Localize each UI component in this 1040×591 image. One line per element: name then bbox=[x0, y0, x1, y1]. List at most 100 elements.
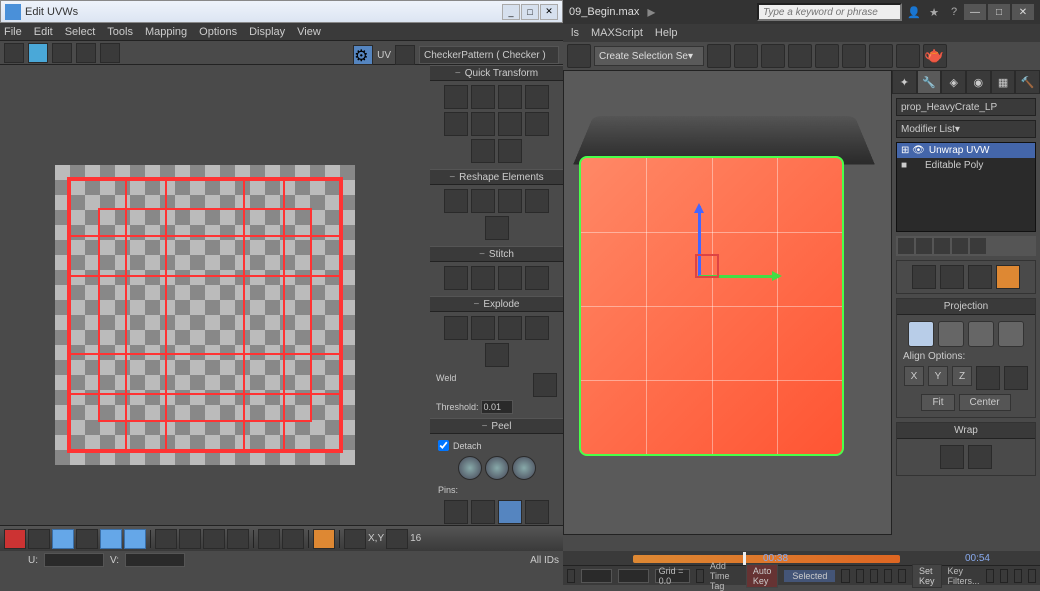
rotate-ccw-icon[interactable] bbox=[444, 112, 468, 136]
soft-sel-icon[interactable] bbox=[282, 529, 304, 549]
help-search-input[interactable] bbox=[757, 3, 902, 21]
infocenter-icon[interactable]: 👤 bbox=[906, 4, 922, 20]
maximize-vp-icon[interactable] bbox=[1028, 569, 1036, 583]
u-field[interactable] bbox=[44, 553, 104, 567]
y-field[interactable] bbox=[618, 569, 649, 583]
perspective-viewport[interactable] bbox=[563, 70, 892, 535]
threshold-input[interactable] bbox=[481, 400, 513, 414]
peel-mode-icon[interactable] bbox=[996, 265, 1020, 289]
maximize-button[interactable]: □ bbox=[521, 4, 539, 20]
projection-header[interactable]: Projection bbox=[897, 299, 1035, 315]
help-icon[interactable]: ? bbox=[946, 4, 962, 20]
stitch-tgt-icon[interactable] bbox=[525, 266, 549, 290]
tv-icon[interactable] bbox=[344, 529, 366, 549]
object-name-field[interactable]: prop_HeavyCrate_LP bbox=[896, 98, 1036, 116]
make-unique-icon[interactable] bbox=[934, 238, 950, 254]
explode-header[interactable]: −Explode bbox=[430, 296, 563, 312]
spline-map-icon[interactable] bbox=[940, 445, 964, 469]
pin-selected-icon[interactable] bbox=[498, 500, 522, 524]
pin-icon[interactable] bbox=[444, 500, 468, 524]
grow-icon[interactable] bbox=[155, 529, 177, 549]
reset-peel-icon[interactable] bbox=[512, 456, 536, 480]
center-icon[interactable] bbox=[498, 112, 522, 136]
edit-uv-icon[interactable] bbox=[912, 265, 936, 289]
goto-start-icon[interactable] bbox=[841, 569, 849, 583]
stitch-src-icon[interactable] bbox=[471, 266, 495, 290]
snap-icon[interactable] bbox=[525, 112, 549, 136]
explode-icon[interactable] bbox=[498, 316, 522, 340]
ring-sel-icon[interactable] bbox=[203, 529, 225, 549]
prev-frame-icon[interactable] bbox=[856, 569, 864, 583]
grid-icon[interactable] bbox=[395, 45, 415, 65]
max-maximize-button[interactable]: □ bbox=[988, 4, 1010, 20]
schematic-icon[interactable] bbox=[815, 44, 839, 68]
scale-icon[interactable] bbox=[52, 43, 72, 63]
ring-icon[interactable] bbox=[485, 216, 509, 240]
configure-icon[interactable] bbox=[970, 238, 986, 254]
rotate-cw-icon[interactable] bbox=[525, 85, 549, 109]
set-key-button[interactable]: Set Key bbox=[912, 564, 942, 588]
shrink-icon[interactable] bbox=[179, 529, 201, 549]
goto-end-icon[interactable] bbox=[898, 569, 906, 583]
display-tab[interactable]: ▦ bbox=[991, 70, 1016, 94]
menu-file[interactable]: File bbox=[4, 26, 22, 38]
detach-checkbox[interactable] bbox=[438, 440, 449, 451]
add-time-tag[interactable]: Add Time Tag bbox=[710, 561, 734, 591]
selection-set-dropdown[interactable]: Create Selection Se▾ bbox=[594, 46, 704, 66]
align-z-button[interactable]: Z bbox=[952, 366, 972, 386]
geom-icon[interactable] bbox=[386, 529, 408, 549]
align-icon[interactable] bbox=[444, 85, 468, 109]
quick-peel-icon[interactable] bbox=[458, 456, 482, 480]
cylindrical-map-icon[interactable] bbox=[938, 321, 964, 347]
motion-tab[interactable]: ◉ bbox=[966, 70, 991, 94]
modifier-stack[interactable]: ⊞ 👁Unwrap UVW ■Editable Poly bbox=[896, 142, 1036, 232]
mirror-tool-icon[interactable] bbox=[707, 44, 731, 68]
detach-icon[interactable] bbox=[485, 343, 509, 367]
straighten-icon[interactable] bbox=[444, 189, 468, 213]
pan-icon[interactable] bbox=[1000, 569, 1008, 583]
relax-icon[interactable] bbox=[471, 189, 495, 213]
menu-display[interactable]: Display bbox=[249, 26, 285, 38]
face-mode-icon[interactable] bbox=[52, 529, 74, 549]
peel-icon[interactable] bbox=[485, 456, 509, 480]
align-tool-icon[interactable] bbox=[734, 44, 758, 68]
uv-canvas[interactable] bbox=[0, 65, 430, 525]
spherical-map-icon[interactable] bbox=[968, 321, 994, 347]
flip-h-icon[interactable] bbox=[471, 85, 495, 109]
rotate-icon[interactable] bbox=[28, 43, 48, 63]
modify-tab[interactable]: 🔧 bbox=[917, 70, 942, 94]
peel-header[interactable]: −Peel bbox=[430, 418, 563, 434]
paint-icon[interactable] bbox=[258, 529, 280, 549]
menu-help[interactable]: Help bbox=[655, 27, 678, 39]
planar-map-icon[interactable] bbox=[908, 321, 934, 347]
stitch-avg-icon[interactable] bbox=[498, 266, 522, 290]
linear-icon[interactable] bbox=[498, 189, 522, 213]
split-icon[interactable] bbox=[525, 316, 549, 340]
utilities-tab[interactable]: 🔨 bbox=[1015, 70, 1040, 94]
menu-tools[interactable]: Tools bbox=[107, 26, 133, 38]
curve-editor-icon[interactable] bbox=[788, 44, 812, 68]
best-align-icon[interactable] bbox=[1004, 366, 1028, 390]
freeform-icon[interactable] bbox=[76, 43, 96, 63]
texture-dropdown[interactable]: CheckerPattern ( Checker ) bbox=[419, 46, 559, 64]
crate-mesh[interactable] bbox=[569, 116, 889, 486]
tweak-icon[interactable] bbox=[940, 265, 964, 289]
element-mode-icon[interactable] bbox=[76, 529, 98, 549]
loop-sel-icon[interactable] bbox=[227, 529, 249, 549]
play-icon[interactable] bbox=[870, 569, 878, 583]
menu-options[interactable]: Options bbox=[199, 26, 237, 38]
unfold-map-icon[interactable] bbox=[968, 445, 992, 469]
quick-planar-icon[interactable] bbox=[968, 265, 992, 289]
menu-mapping[interactable]: Mapping bbox=[145, 26, 187, 38]
options-icon[interactable]: ⚙ bbox=[353, 45, 373, 65]
space-icon[interactable] bbox=[525, 189, 549, 213]
selected-label[interactable]: Selected bbox=[784, 570, 835, 582]
align-x-button[interactable]: X bbox=[904, 366, 924, 386]
stitch-icon[interactable] bbox=[444, 266, 468, 290]
modifier-unwrap-uvw[interactable]: ⊞ 👁Unwrap UVW bbox=[897, 143, 1035, 158]
filter-pin-icon[interactable] bbox=[525, 500, 549, 524]
align-y-button[interactable]: Y bbox=[928, 366, 948, 386]
link-icon[interactable] bbox=[567, 44, 591, 68]
lock-selection-icon[interactable] bbox=[567, 569, 575, 583]
quick-transform-header[interactable]: −Quick Transform bbox=[430, 65, 563, 81]
